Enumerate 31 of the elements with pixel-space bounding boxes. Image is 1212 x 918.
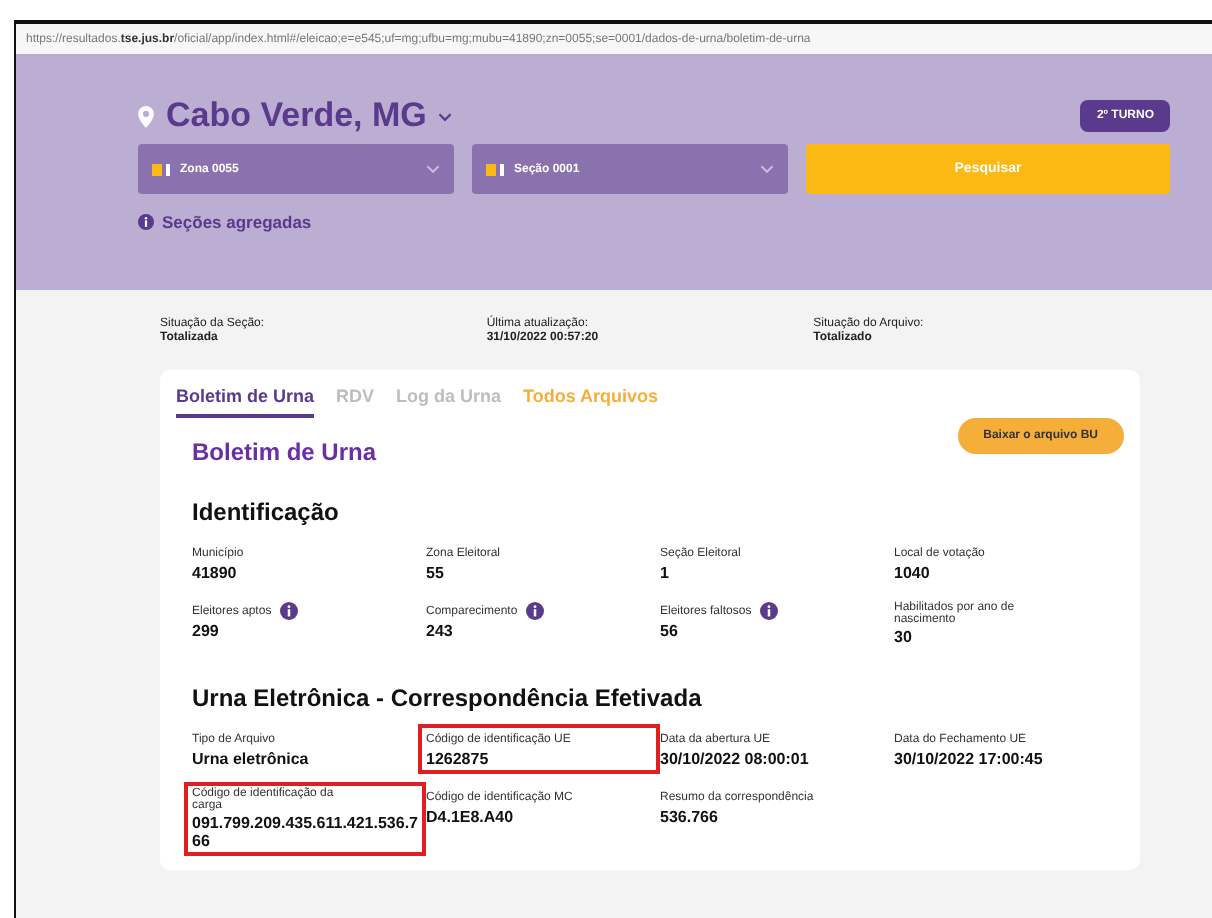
field-value: 30/10/2022 08:00:01: [660, 750, 811, 768]
card-title: Boletim de Urna: [192, 438, 377, 466]
location-pin-icon: [138, 105, 154, 127]
chevron-down-icon: [760, 164, 774, 174]
field-value: 56: [660, 622, 680, 640]
chevron-down-icon: [426, 164, 440, 174]
field-value: 30: [894, 628, 914, 646]
field-value: 536.766: [660, 808, 720, 826]
chevron-down-icon[interactable]: [438, 111, 453, 121]
tab[interactable]: Boletim de Urna: [176, 386, 315, 418]
field-value: 55: [426, 564, 446, 582]
field-value: 091.799.209.435.611.421.536.766: [192, 814, 418, 850]
info-icon: [138, 214, 154, 230]
flag-icon: [486, 163, 504, 175]
section-title: Urna Eletrônica - Correspondência Efetivada: [192, 684, 702, 712]
field-value: 1040: [894, 564, 932, 582]
field-value: 243: [426, 622, 455, 640]
field-value: 30/10/2022 17:00:45: [894, 750, 1045, 768]
aggregated-sections-link[interactable]: Seções agregadas: [162, 212, 312, 232]
info-icon[interactable]: [525, 602, 544, 620]
field-value: Urna eletrônica: [192, 750, 311, 768]
field-value: 41890: [192, 564, 239, 582]
section-title: Identificação: [192, 498, 339, 526]
location-title[interactable]: Cabo Verde, MG: [166, 96, 427, 136]
field-value: 1: [660, 564, 671, 582]
flag-icon: [152, 163, 170, 175]
info-icon[interactable]: [759, 602, 778, 620]
field-value: D4.1E8.A40: [426, 808, 516, 826]
field-value: 299: [192, 622, 221, 640]
info-icon[interactable]: [279, 602, 298, 620]
field-value: 1262875: [426, 750, 491, 768]
